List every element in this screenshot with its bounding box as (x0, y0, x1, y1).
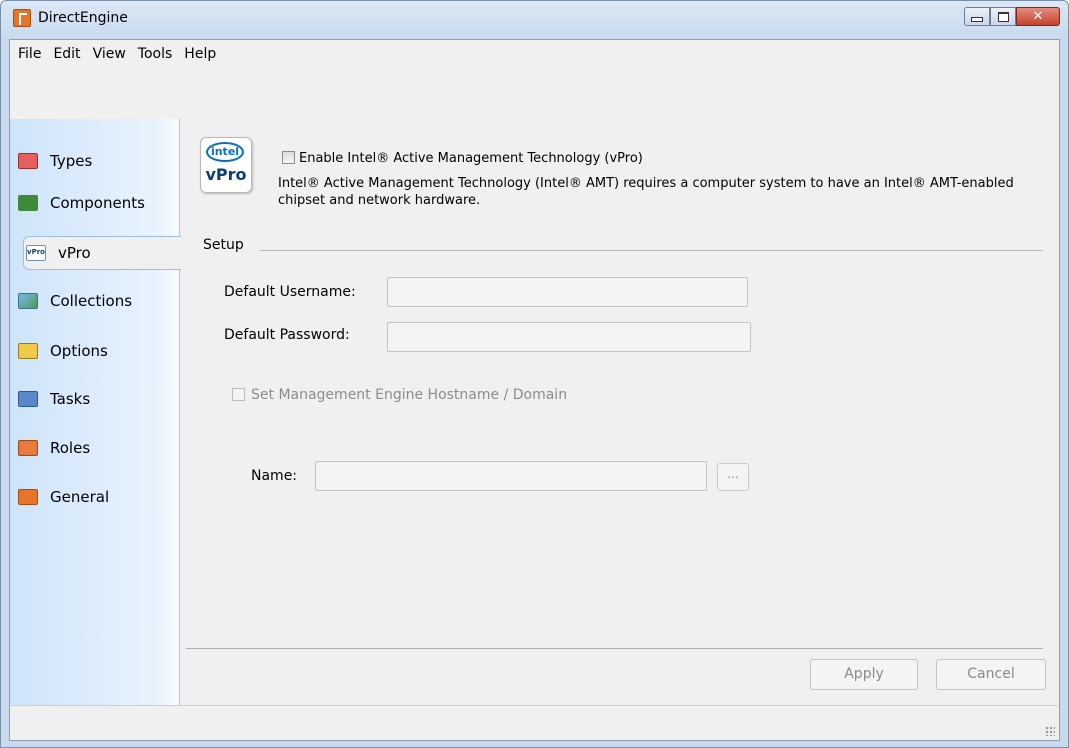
client-area: File Edit View Tools Help Types Componen… (9, 39, 1060, 741)
name-field[interactable] (315, 461, 707, 491)
menu-help[interactable]: Help (178, 46, 222, 62)
window-title: DirectEngine (38, 10, 128, 26)
password-label: Default Password: (224, 327, 350, 343)
sidebar-item-label: vPro (58, 244, 91, 262)
username-label: Default Username: (224, 284, 356, 300)
sidebar-item-options[interactable]: Options (18, 331, 188, 371)
sidebar-item-tasks[interactable]: Tasks (18, 379, 188, 419)
enable-amt-label: Enable Intel® Active Management Technolo… (299, 151, 643, 166)
sidebar-item-label: General (50, 488, 110, 506)
maximize-button[interactable] (990, 7, 1016, 26)
name-label: Name: (251, 468, 298, 484)
components-icon (18, 195, 38, 211)
menu-file[interactable]: File (12, 46, 47, 62)
minimize-button[interactable] (964, 7, 990, 26)
vpro-panel: intel vPro Enable Intel® Active Manageme… (180, 119, 1059, 707)
hostname-domain-row[interactable]: Set Management Engine Hostname / Domain (232, 387, 567, 403)
sidebar-item-label: Collections (50, 292, 133, 310)
sidebar-item-label: Roles (50, 439, 91, 457)
intel-logo-text: intel (206, 142, 244, 162)
sidebar-item-label: Options (50, 342, 108, 360)
browse-button[interactable]: ... (717, 463, 749, 491)
menu-edit[interactable]: Edit (47, 46, 86, 62)
sidebar-item-vpro[interactable]: vPro vPro (23, 236, 181, 270)
vpro-logo-text: vPro (205, 165, 247, 184)
directengine-icon (13, 9, 31, 27)
types-icon (18, 153, 38, 169)
minimize-icon (971, 17, 983, 22)
collections-icon (18, 293, 38, 309)
menu-view[interactable]: View (87, 46, 132, 62)
status-bar (10, 705, 1059, 740)
hostname-domain-checkbox[interactable] (232, 388, 245, 401)
tasks-icon (18, 391, 38, 407)
main-window: DirectEngine ✕ File Edit View Tools Help… (0, 0, 1069, 748)
password-field[interactable] (387, 322, 751, 352)
window-controls: ✕ (964, 7, 1060, 26)
sidebar-item-label: Types (50, 152, 93, 170)
sidebar-item-components[interactable]: Components (18, 183, 188, 223)
setup-divider (260, 250, 1043, 251)
title-bar[interactable]: DirectEngine ✕ (1, 1, 1068, 39)
sidebar-item-general[interactable]: General (18, 477, 188, 517)
general-icon (18, 489, 38, 505)
menu-bar: File Edit View Tools Help (10, 40, 1059, 68)
close-icon: ✕ (1032, 9, 1044, 24)
cancel-button[interactable]: Cancel (936, 659, 1046, 690)
setup-group-title: Setup (203, 237, 244, 253)
hostname-domain-label: Set Management Engine Hostname / Domain (251, 387, 568, 403)
intel-vpro-logo: intel vPro (200, 137, 252, 193)
sidebar: Types Components vPro vPro Collections O… (10, 119, 181, 707)
menu-tools[interactable]: Tools (132, 46, 179, 62)
apply-button[interactable]: Apply (810, 659, 918, 690)
sidebar-item-label: Tasks (50, 390, 91, 408)
enable-amt-row[interactable]: Enable Intel® Active Management Technolo… (278, 151, 643, 166)
close-button[interactable]: ✕ (1016, 7, 1060, 26)
sidebar-item-roles[interactable]: Roles (18, 428, 188, 468)
amt-description: Intel® Active Management Technology (Int… (278, 176, 1014, 208)
roles-icon (18, 440, 38, 456)
vpro-icon: vPro (26, 245, 46, 261)
sidebar-item-label: Components (50, 194, 145, 212)
username-field[interactable] (387, 277, 748, 307)
sidebar-item-types[interactable]: Types (18, 141, 188, 181)
maximize-icon (997, 11, 1009, 22)
sidebar-item-collections[interactable]: Collections (18, 281, 188, 321)
footer-divider (186, 648, 1043, 649)
enable-amt-checkbox[interactable] (282, 151, 295, 164)
resize-grip-icon[interactable] (1045, 726, 1055, 736)
options-icon (18, 343, 38, 359)
